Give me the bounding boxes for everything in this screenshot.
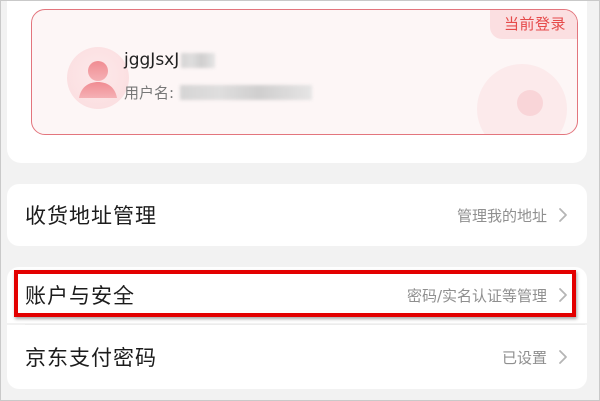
username-row: 用户名:: [124, 82, 313, 103]
nickname: jggJsxJ: [124, 50, 216, 70]
masked-username: [180, 85, 313, 100]
menu-item-title: 京东支付密码: [25, 346, 157, 370]
menu-item-detail: 密码/实名认证等管理: [406, 286, 547, 305]
screen: 当前登录 jggJsxJ 用户名: 收货地址管理 管理我的地址 账户与安全 密码…: [0, 0, 600, 401]
current-login-badge: 当前登录: [489, 10, 577, 39]
menu-item-account-security[interactable]: 账户与安全 密码/实名认证等管理: [7, 267, 587, 323]
masked-nickname: [181, 52, 216, 68]
user-avatar-icon: [67, 47, 129, 109]
menu-item-title: 收货地址管理: [25, 204, 157, 228]
menu-item-payment-password[interactable]: 京东支付密码 已设置: [7, 325, 587, 389]
account-section: 当前登录 jggJsxJ 用户名:: [7, 1, 587, 163]
account-card[interactable]: 当前登录 jggJsxJ 用户名:: [31, 9, 578, 135]
chevron-right-icon: [559, 288, 567, 302]
nickname-text: jggJsxJ: [124, 50, 180, 70]
chevron-right-icon: [559, 208, 567, 222]
username-label: 用户名:: [124, 84, 175, 102]
menu-item-detail: 已设置: [501, 348, 547, 367]
menu-item-detail-group: 已设置: [502, 347, 571, 368]
decor-dot: [517, 90, 543, 116]
menu-item-address[interactable]: 收货地址管理 管理我的地址: [7, 184, 587, 246]
menu-item-detail-group: 管理我的地址: [457, 205, 571, 226]
menu-item-detail: 管理我的地址: [456, 206, 547, 225]
menu-item-title: 账户与安全: [25, 284, 135, 308]
chevron-right-icon: [559, 350, 567, 364]
menu-item-detail-group: 密码/实名认证等管理: [407, 285, 571, 306]
